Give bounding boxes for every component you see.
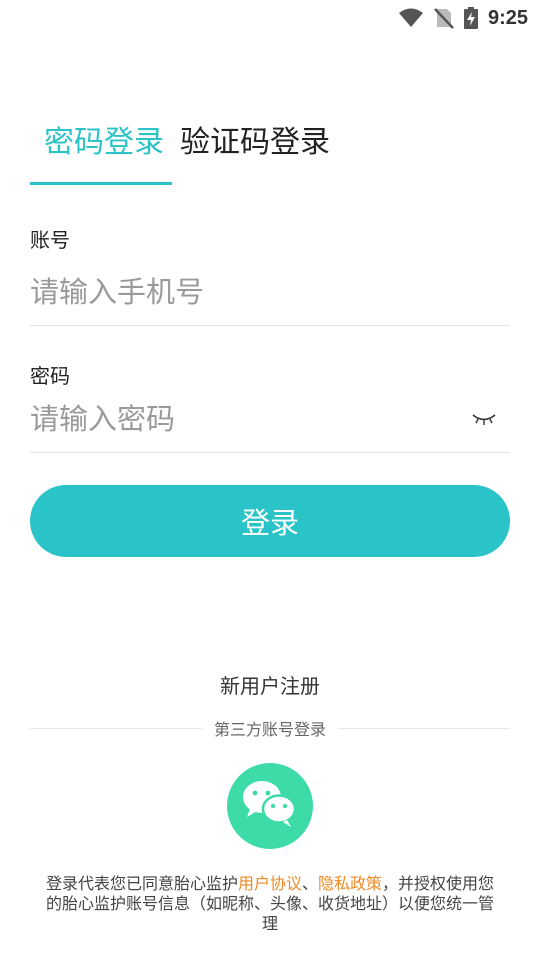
third-party-divider: 第三方账号登录 — [30, 716, 511, 740]
account-label: 账号 — [30, 228, 70, 252]
agreement-text: 登录代表您已同意胎心监护用户协议、隐私政策，并授权使用您的胎心监护账号信息（如昵… — [40, 874, 500, 934]
login-tabs: 密码登录 验证码登录 — [30, 120, 344, 185]
status-time: 9:25 — [487, 6, 528, 29]
phone-input[interactable] — [30, 262, 450, 322]
login-button[interactable]: 登录 — [30, 485, 510, 557]
status-bar: 9:25 — [0, 0, 540, 36]
divider-line-right — [338, 727, 511, 729]
battery-charging-icon — [463, 7, 478, 29]
privacy-policy-link[interactable]: 隐私政策 — [318, 874, 382, 893]
agreement-separator: 、 — [301, 874, 318, 893]
divider-line-left — [30, 727, 202, 729]
tab-code-login-label: 验证码登录 — [180, 125, 330, 160]
account-field — [30, 262, 510, 326]
password-label: 密码 — [30, 364, 70, 388]
user-agreement-link[interactable]: 用户协议 — [238, 874, 302, 893]
status-icons: 9:25 — [398, 6, 528, 30]
password-input[interactable] — [30, 389, 450, 449]
agreement-prefix: 登录代表您已同意胎心监护 — [45, 874, 238, 893]
tab-password-login[interactable]: 密码登录 — [30, 120, 178, 185]
tab-code-login[interactable]: 验证码登录 — [178, 120, 344, 176]
tab-password-login-label: 密码登录 — [44, 125, 164, 160]
wechat-login-button[interactable] — [227, 763, 313, 849]
active-tab-indicator — [30, 182, 172, 185]
register-link[interactable]: 新用户注册 — [0, 670, 540, 699]
eye-closed-icon[interactable] — [472, 411, 496, 430]
wechat-icon — [238, 776, 302, 836]
third-party-label: 第三方账号登录 — [214, 720, 327, 739]
wifi-icon — [398, 8, 424, 28]
no-sim-icon — [434, 7, 454, 29]
password-field — [30, 389, 510, 453]
